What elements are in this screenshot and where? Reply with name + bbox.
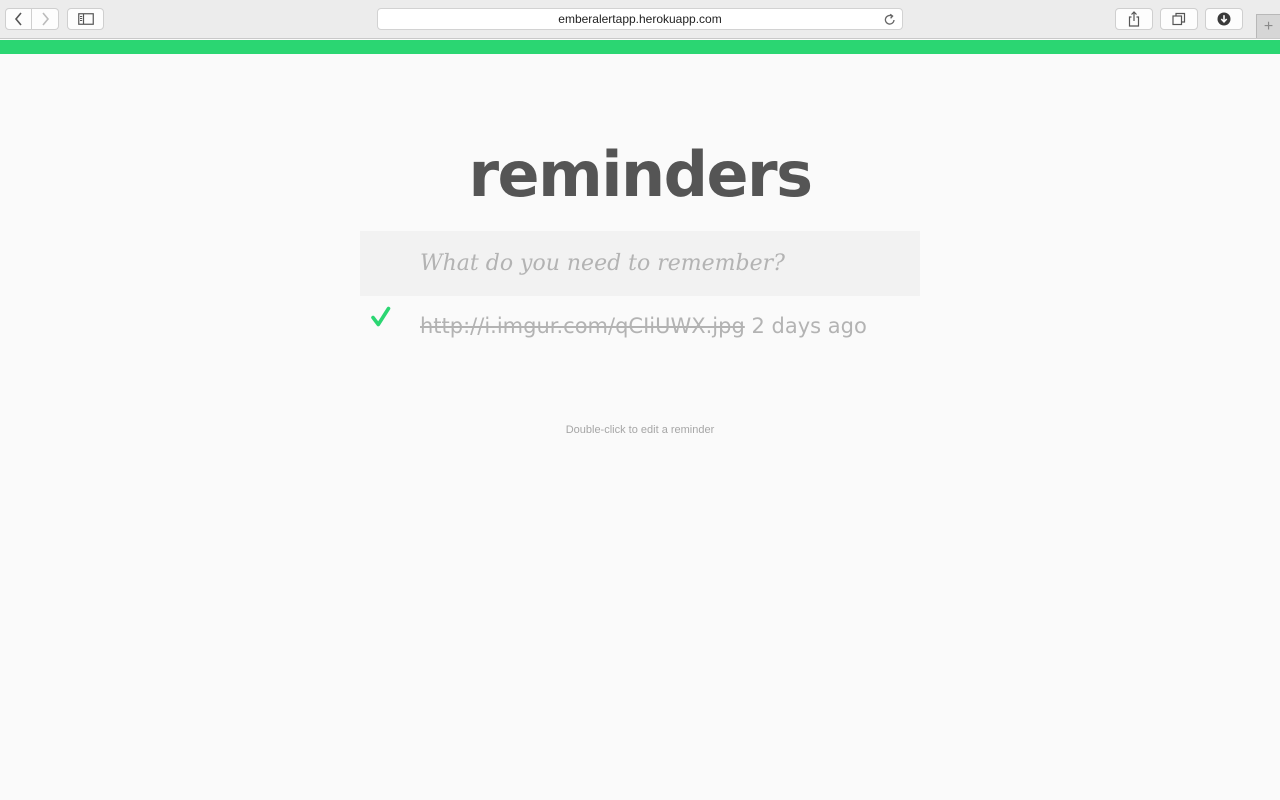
url-text: emberalertapp.herokuapp.com	[558, 12, 722, 26]
new-tab-button[interactable]: +	[1256, 14, 1280, 38]
sidebar-icon	[77, 13, 94, 25]
show-tabs-button[interactable]	[1160, 8, 1198, 30]
reminder-time: 2 days ago	[751, 314, 867, 338]
downloads-button[interactable]	[1205, 8, 1243, 30]
plus-icon: +	[1263, 17, 1274, 35]
reminder-item[interactable]: http://i.imgur.com/qCIiUWX.jpg 2 days ag…	[360, 300, 920, 356]
chevron-right-icon	[42, 12, 50, 26]
accent-bar	[0, 40, 1280, 54]
reminder-link[interactable]: http://i.imgur.com/qCIiUWX.jpg	[420, 314, 745, 338]
share-icon	[1128, 11, 1140, 27]
reminder-text: http://i.imgur.com/qCIiUWX.jpg 2 days ag…	[420, 314, 867, 338]
reload-icon[interactable]	[884, 13, 896, 26]
page-title: reminders	[468, 138, 813, 211]
share-button[interactable]	[1115, 8, 1153, 30]
sidebar-button[interactable]	[67, 8, 104, 30]
chevron-left-icon	[14, 12, 22, 26]
tabs-icon	[1172, 12, 1186, 26]
address-bar[interactable]: emberalertapp.herokuapp.com	[377, 8, 903, 30]
edit-hint: Double-click to edit a reminder	[565, 424, 715, 436]
back-button[interactable]	[5, 8, 32, 30]
new-reminder-input[interactable]	[360, 231, 920, 296]
forward-button[interactable]	[32, 8, 59, 30]
browser-toolbar: emberalertapp.herokuapp.com +	[0, 0, 1280, 39]
download-icon	[1217, 12, 1231, 26]
checkmark-icon[interactable]	[370, 306, 392, 328]
